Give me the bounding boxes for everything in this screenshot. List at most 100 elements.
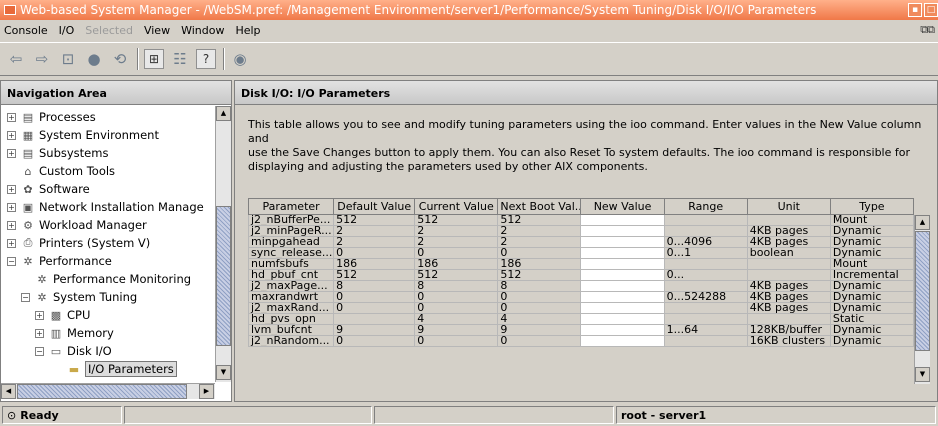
tree-item-workload-manager[interactable]: + ⚙ Workload Manager [7, 216, 147, 234]
forward-icon[interactable]: ⇨ [32, 49, 52, 69]
table-row[interactable]: maxrandwrt 0 0 0 0...524288 4KB pages Dynamic [248, 291, 915, 303]
monitor-icon[interactable]: ◉ [230, 49, 250, 69]
table-row[interactable]: j2_maxRand... 0 0 0 4KB pages Dynamic [248, 302, 915, 314]
collapse-icon[interactable]: − [35, 346, 44, 356]
cell-parameter: hd_pbuf_cnt [248, 269, 335, 281]
column-header-default-value[interactable]: Default Value [333, 198, 416, 215]
scroll-right-icon[interactable]: ▶ [199, 384, 214, 399]
expand-icon[interactable]: + [7, 112, 16, 122]
table-row[interactable]: j2_maxPage... 8 8 8 4KB pages Dynamic [248, 280, 915, 292]
table-row[interactable]: j2_nBufferPe... 512 512 512 Mount [248, 214, 915, 226]
expand-icon[interactable]: + [35, 310, 44, 320]
expand-icon[interactable]: + [7, 130, 16, 140]
menu-help[interactable]: Help [235, 24, 260, 37]
minimize-icon[interactable]: ▪ [908, 3, 922, 17]
cell-range [663, 258, 748, 270]
restore-pane-icon[interactable]: ⧉⧉ [920, 23, 935, 37]
menu-window[interactable]: Window [181, 24, 224, 37]
menu-io[interactable]: I/O [59, 24, 75, 37]
table-row[interactable]: hd_pbuf_cnt 512 512 512 0... Incremental [248, 269, 915, 281]
column-header-type[interactable]: Type [829, 198, 915, 215]
table-row[interactable]: minpgahead 2 2 2 0...4096 4KB pages Dynamic [248, 236, 915, 248]
maximize-icon[interactable]: □ [924, 3, 938, 17]
cell-new-value[interactable] [580, 313, 665, 325]
content-header: Disk I/O: I/O Parameters [235, 81, 937, 105]
up-folder-icon[interactable]: ⊡ [58, 49, 78, 69]
scroll-up-icon[interactable]: ▲ [915, 215, 930, 230]
scroll-thumb[interactable] [216, 206, 231, 346]
tree-item-label: CPU [67, 308, 91, 322]
menu-view[interactable]: View [144, 24, 170, 37]
window-menu-icon[interactable] [4, 5, 16, 15]
column-header-unit[interactable]: Unit [746, 198, 831, 215]
list-view-icon[interactable]: ☷ [170, 49, 190, 69]
tree-item-disk-io[interactable]: − ▭ Disk I/O [35, 342, 112, 360]
tree-item-software[interactable]: + ✿ Software [7, 180, 90, 198]
expand-icon[interactable]: + [7, 238, 16, 248]
cell-new-value[interactable] [580, 236, 665, 248]
column-header-range[interactable]: Range [663, 198, 748, 215]
tree-item-io-parameters[interactable]: ▬ I/O Parameters [67, 360, 177, 378]
cell-new-value[interactable] [580, 291, 665, 303]
menu-selected[interactable]: Selected [85, 24, 133, 37]
tree-item-performance[interactable]: − ✲ Performance [7, 252, 112, 270]
scroll-thumb[interactable] [17, 384, 187, 399]
navigation-horizontal-scrollbar[interactable]: ◀ ▶ [1, 383, 215, 399]
find-icon[interactable]: ⟲ [110, 49, 130, 69]
cell-new-value[interactable] [580, 214, 665, 226]
tree-item-performance-monitoring[interactable]: ✲ Performance Monitoring [35, 270, 191, 288]
help-icon[interactable]: ? [196, 49, 216, 69]
scroll-up-icon[interactable]: ▲ [216, 106, 231, 121]
collapse-icon[interactable]: − [7, 256, 16, 266]
tree-item-system-environment[interactable]: + ▦ System Environment [7, 126, 159, 144]
expand-icon[interactable]: + [7, 202, 16, 212]
tree-view-icon[interactable]: ⊞ [144, 49, 164, 69]
navigation-vertical-scrollbar[interactable]: ▲ ▼ [215, 106, 231, 382]
cell-new-value[interactable] [580, 258, 665, 270]
software-icon: ✿ [23, 182, 33, 196]
memory-icon: ▥ [50, 326, 62, 340]
tree-item-processes[interactable]: + ▤ Processes [7, 108, 96, 126]
tree-item-cpu[interactable]: + ▩ CPU [35, 306, 90, 324]
tree-item-memory[interactable]: + ▥ Memory [35, 324, 114, 342]
tree-item-label: Workload Manager [39, 218, 147, 232]
table-row[interactable]: hd_pvs_opn 4 4 Static [248, 313, 915, 325]
scroll-left-icon[interactable]: ◀ [1, 384, 16, 399]
tree-item-custom-tools[interactable]: ⌂ Custom Tools [7, 162, 116, 180]
cell-new-value[interactable] [580, 335, 665, 347]
tree-item-network-installation[interactable]: + ▣ Network Installation Manage [7, 198, 204, 216]
column-header-current-value[interactable]: Current Value [414, 198, 499, 215]
column-header-parameter[interactable]: Parameter [248, 198, 335, 215]
column-header-next-boot-value[interactable]: Next Boot Val... [497, 198, 582, 215]
table-row[interactable]: numfsbufs 186 186 186 Mount [248, 258, 915, 270]
cell-unit: 4KB pages [746, 280, 831, 292]
expand-icon[interactable]: + [7, 148, 16, 158]
expand-icon[interactable]: + [7, 220, 16, 230]
tree-item-subsystems[interactable]: + ▤ Subsystems [7, 144, 108, 162]
table-row[interactable]: sync_release... 0 0 0 0...1 boolean Dynamic [248, 247, 915, 259]
cell-next-boot-value: 4 [497, 313, 582, 325]
expand-icon[interactable]: + [7, 184, 16, 194]
cell-new-value[interactable] [580, 324, 665, 336]
stop-icon[interactable]: ● [84, 49, 104, 69]
table-row[interactable]: lvm_bufcnt 9 9 9 1...64 128KB/buffer Dynamic [248, 324, 915, 336]
table-vertical-scrollbar[interactable]: ▲ ▼ [914, 215, 930, 384]
cell-new-value[interactable] [580, 280, 665, 292]
collapse-icon[interactable]: − [21, 292, 30, 302]
scroll-down-icon[interactable]: ▼ [915, 367, 930, 382]
cell-new-value[interactable] [580, 302, 665, 314]
back-icon[interactable]: ⇦ [6, 49, 26, 69]
cell-new-value[interactable] [580, 247, 665, 259]
scroll-thumb[interactable] [915, 231, 930, 351]
table-row[interactable]: j2_nRandom... 0 0 0 16KB clusters Dynamic [248, 335, 915, 347]
tree-item-system-tuning[interactable]: − ✲ System Tuning [21, 288, 137, 306]
menu-console[interactable]: Console [4, 24, 48, 37]
window-title-bar[interactable]: Web-based System Manager - /WebSM.pref: … [0, 0, 938, 20]
table-row[interactable]: j2_minPageR... 2 2 2 4KB pages Dynamic [248, 225, 915, 237]
column-header-new-value[interactable]: New Value [580, 198, 665, 215]
cell-new-value[interactable] [580, 269, 665, 281]
expand-icon[interactable]: + [35, 328, 44, 338]
tree-item-printers[interactable]: + ⎙ Printers (System V) [7, 234, 150, 252]
scroll-down-icon[interactable]: ▼ [216, 365, 231, 380]
cell-new-value[interactable] [580, 225, 665, 237]
